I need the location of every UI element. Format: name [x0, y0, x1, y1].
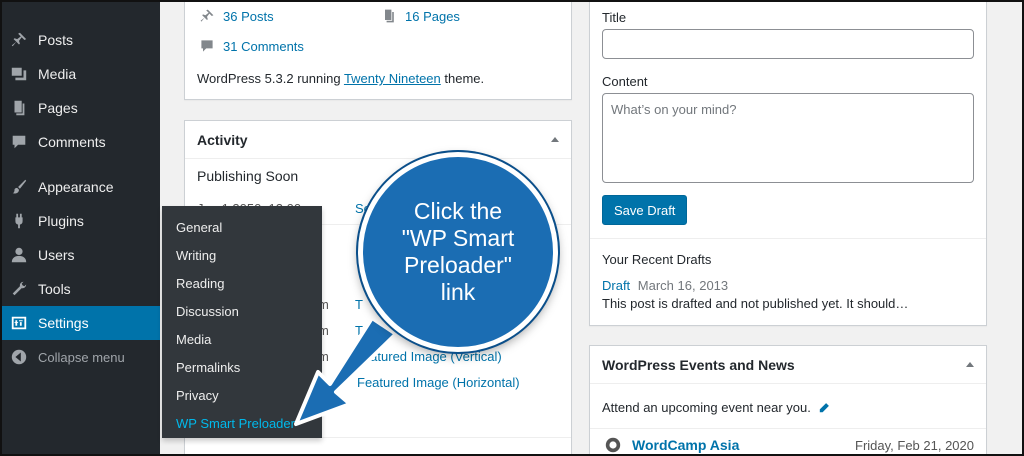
pin-icon: [9, 30, 29, 50]
collapse-toggle-icon[interactable]: [966, 362, 974, 367]
admin-sidebar: Posts Media Pages Comments Appearance Pl…: [0, 0, 168, 456]
publishing-soon-heading: Publishing Soon: [197, 168, 299, 184]
draft-date: March 16, 2013: [637, 278, 729, 293]
settings-icon: [9, 313, 29, 333]
submenu-item-wp-smart-preloader[interactable]: WP Smart Preloader: [162, 410, 322, 438]
divider: [590, 428, 986, 429]
plug-icon: [9, 211, 29, 231]
comment-icon: [9, 132, 29, 152]
collapse-toggle-icon[interactable]: [551, 137, 559, 142]
callout-line: "WP Smart: [401, 225, 515, 251]
posts-count-link[interactable]: 36 Posts: [223, 9, 274, 24]
sidebar-item-settings[interactable]: Settings: [0, 306, 168, 340]
event-date: Friday, Feb 21, 2020: [855, 438, 974, 453]
draft-excerpt: This post is drafted and not published y…: [602, 296, 909, 311]
glance-posts[interactable]: 36 Posts: [199, 8, 274, 24]
pin-icon: [200, 9, 214, 22]
submenu-item-writing[interactable]: Writing: [162, 242, 322, 270]
settings-submenu: General Writing Reading Discussion Media…: [162, 206, 322, 438]
recent-drafts-heading: Your Recent Drafts: [602, 252, 712, 267]
version-line: WordPress 5.3.2 running Twenty Nineteen …: [197, 71, 484, 86]
save-draft-button[interactable]: Save Draft: [602, 195, 688, 225]
activity-row-link[interactable]: T: [355, 323, 363, 338]
pages-icon: [385, 9, 394, 23]
media-icon: [9, 64, 29, 84]
sidebar-item-plugins[interactable]: Plugins: [0, 204, 160, 238]
content-label: Content: [602, 74, 648, 89]
version-text: WordPress 5.3.2 running: [197, 71, 344, 86]
collapse-menu-label: Collapse menu: [38, 349, 125, 365]
glance-comments[interactable]: 31 Comments: [199, 38, 304, 54]
submenu-item-media[interactable]: Media: [162, 326, 322, 354]
comment-icon: [201, 40, 213, 52]
collapse-icon: [9, 347, 29, 367]
draft-item: Draft March 16, 2013: [602, 278, 728, 293]
event-row: WordCamp Asia: [604, 436, 739, 454]
sidebar-item-label: Plugins: [38, 213, 84, 229]
sidebar-item-comments[interactable]: Comments: [0, 125, 160, 159]
activity-header[interactable]: Activity: [185, 121, 571, 159]
user-icon: [9, 245, 29, 265]
comments-count-link[interactable]: 31 Comments: [223, 39, 304, 54]
title-label: Title: [602, 10, 627, 25]
activity-row-link[interactable]: T: [355, 297, 363, 312]
callout-line: Preloader": [404, 252, 512, 278]
callout-line: link: [440, 279, 476, 305]
wrench-icon: [9, 279, 29, 299]
attend-event-row: Attend an upcoming event near you.: [602, 400, 831, 415]
draft-link[interactable]: Draft: [602, 278, 630, 293]
sidebar-item-label: Comments: [38, 134, 106, 150]
events-title: WordPress Events and News: [602, 356, 795, 373]
edit-pencil-icon[interactable]: [817, 401, 831, 415]
at-a-glance-box: 36 Posts 16 Pages 31 Comments WordPress …: [184, 0, 572, 100]
glance-pages[interactable]: 16 Pages: [381, 8, 460, 24]
submenu-item-discussion[interactable]: Discussion: [162, 298, 322, 326]
divider: [590, 238, 986, 239]
submenu-item-general[interactable]: General: [162, 214, 322, 242]
content-textarea[interactable]: [602, 93, 974, 183]
sidebar-item-label: Pages: [38, 100, 78, 116]
sidebar-item-label: Tools: [38, 281, 71, 297]
featured-image-vertical-link[interactable]: Featured Image (Vertical): [355, 349, 502, 364]
quick-draft-box: Title Content Save Draft Your Recent Dra…: [589, 0, 987, 326]
pages-icon: [9, 98, 29, 118]
submenu-item-permalinks[interactable]: Permalinks: [162, 354, 322, 382]
theme-link[interactable]: Twenty Nineteen: [344, 71, 441, 86]
attend-event-text: Attend an upcoming event near you.: [602, 400, 811, 415]
sidebar-item-label: Media: [38, 66, 77, 82]
sidebar-item-label: Appearance: [38, 179, 114, 195]
events-news-box: WordPress Events and News Attend an upco…: [589, 345, 987, 456]
featured-image-horizontal-link[interactable]: Featured Image (Horizontal): [357, 375, 520, 390]
sidebar-item-label: Users: [38, 247, 75, 263]
submenu-item-reading[interactable]: Reading: [162, 270, 322, 298]
activity-title: Activity: [197, 131, 248, 148]
sidebar-item-users[interactable]: Users: [0, 238, 160, 272]
sidebar-item-media[interactable]: Media: [0, 57, 160, 91]
callout-bubble: Click the "WP Smart Preloader" link: [358, 152, 558, 352]
sidebar-item-pages[interactable]: Pages: [0, 91, 160, 125]
pages-count-link[interactable]: 16 Pages: [405, 9, 460, 24]
sidebar-item-appearance[interactable]: Appearance: [0, 170, 160, 204]
sidebar-item-tools[interactable]: Tools: [0, 272, 160, 306]
callout-line: Click the: [413, 198, 503, 224]
submenu-item-privacy[interactable]: Privacy: [162, 382, 322, 410]
page-gutter: [1010, 0, 1024, 456]
title-input[interactable]: [602, 29, 974, 59]
version-suffix: theme.: [440, 71, 485, 86]
events-header[interactable]: WordPress Events and News: [590, 346, 986, 384]
sidebar-item-label: Posts: [38, 32, 74, 48]
brush-icon: [9, 177, 29, 197]
collapse-menu-button[interactable]: Collapse menu: [0, 340, 160, 374]
sidebar-item-posts[interactable]: Posts: [0, 23, 160, 57]
wordcamp-icon: [604, 436, 622, 454]
sidebar-item-label: Settings: [38, 315, 89, 331]
event-name-link[interactable]: WordCamp Asia: [632, 437, 739, 453]
